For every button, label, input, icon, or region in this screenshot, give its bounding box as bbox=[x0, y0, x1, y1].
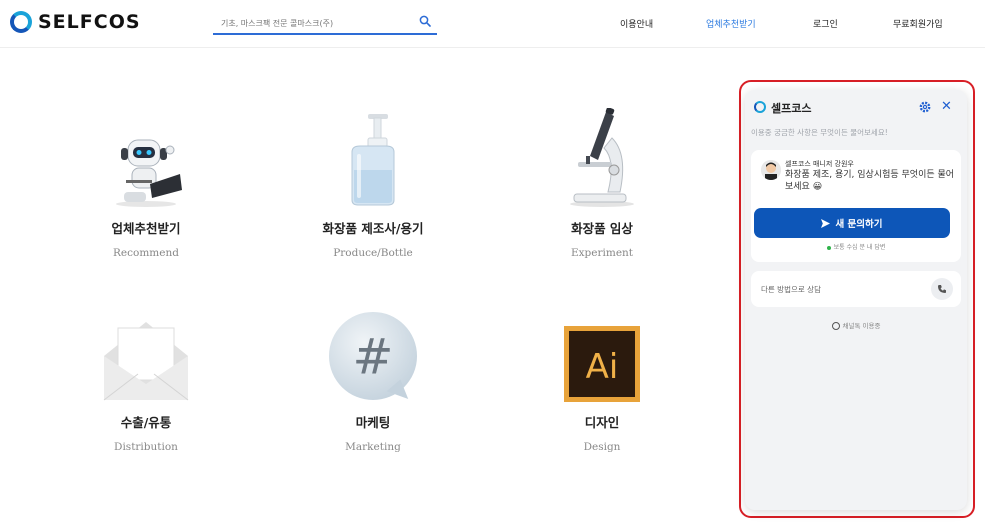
site-header: SELFCOS 이용안내 업체추천받기 로그인 무료회원가입 bbox=[0, 0, 985, 48]
category-produce[interactable]: 화장품 제조사/용기 Produce/Bottle bbox=[293, 108, 453, 259]
category-recommend[interactable]: 업체추천받기 Recommend bbox=[66, 108, 226, 259]
chat-widget: 셀프코스 ✕ 이용중 궁금한 사항은 무엇이든 물어보세요! 셀프코스 매니저 … bbox=[745, 90, 967, 510]
category-marketing[interactable]: # 마케팅 Marketing bbox=[293, 302, 453, 453]
category-distribution[interactable]: 수출/유통 Distribution bbox=[66, 302, 226, 453]
category-title: 수출/유통 bbox=[120, 415, 172, 430]
search-bar bbox=[213, 11, 437, 35]
gear-icon[interactable] bbox=[919, 101, 931, 113]
online-dot-icon bbox=[826, 245, 831, 250]
reply-time-text: 보통 수십 분 내 답변 bbox=[833, 244, 886, 251]
illustrator-ai-logo: Ai bbox=[557, 302, 647, 402]
category-subtitle: Marketing bbox=[345, 441, 401, 453]
manager-message-card: 셀프코스 매니저 강원우 화장품 제조, 용기, 임상시험등 무엇이든 물어보세… bbox=[751, 150, 961, 262]
powered-by-label: 채널톡 이용중 bbox=[842, 322, 881, 330]
avatar bbox=[761, 160, 781, 180]
powered-by[interactable]: 채널톡 이용중 bbox=[745, 320, 967, 330]
new-inquiry-label: 새 문의하기 bbox=[835, 219, 883, 230]
category-title: 화장품 임상 bbox=[571, 221, 633, 236]
send-icon bbox=[821, 218, 831, 228]
manager-message: 화장품 제조, 용기, 임상시험등 무엇이든 물어보세요 😀 bbox=[785, 170, 955, 192]
nav-signup[interactable]: 무료회원가입 bbox=[893, 17, 943, 30]
nav-login[interactable]: 로그인 bbox=[813, 17, 838, 30]
category-subtitle: Distribution bbox=[114, 441, 178, 453]
manager-name: 셀프코스 매니저 강원우 bbox=[785, 160, 854, 168]
pump-bottle-image bbox=[328, 108, 418, 208]
svg-text:#: # bbox=[353, 329, 394, 386]
svg-text:Ai: Ai bbox=[586, 347, 619, 387]
category-title: 디자인 bbox=[584, 415, 620, 430]
category-experiment[interactable]: 화장품 임상 Experiment bbox=[522, 108, 682, 259]
search-input[interactable] bbox=[213, 12, 403, 35]
robot-laptop-image bbox=[101, 108, 191, 208]
close-icon[interactable]: ✕ bbox=[941, 99, 952, 114]
chat-title: 셀프코스 bbox=[771, 102, 812, 115]
category-subtitle: Experiment bbox=[570, 247, 634, 259]
category-title: 업체추천받기 bbox=[111, 221, 181, 236]
nav-recommend[interactable]: 업체추천받기 bbox=[706, 17, 756, 30]
search-icon[interactable] bbox=[419, 15, 431, 27]
channeltalk-logo-icon bbox=[831, 322, 840, 330]
nav-guide[interactable]: 이용안내 bbox=[620, 17, 653, 30]
category-title: 마케팅 bbox=[355, 415, 391, 430]
category-title: 화장품 제조사/용기 bbox=[322, 221, 424, 236]
chat-subtitle: 이용중 궁금한 사항은 무엇이든 물어보세요! bbox=[751, 128, 888, 137]
other-methods-card[interactable]: 다른 방법으로 상담 bbox=[751, 271, 961, 307]
category-subtitle: Produce/Bottle bbox=[333, 247, 413, 259]
new-inquiry-button[interactable]: 새 문의하기 bbox=[754, 208, 950, 238]
logo[interactable]: SELFCOS bbox=[10, 11, 141, 33]
phone-icon[interactable] bbox=[931, 278, 953, 300]
category-design[interactable]: Ai 디자인 Design bbox=[522, 302, 682, 453]
chat-header: 셀프코스 ✕ 이용중 궁금한 사항은 무엇이든 물어보세요! bbox=[745, 90, 967, 137]
envelope-image bbox=[101, 302, 191, 402]
logo-ring-icon bbox=[10, 11, 32, 33]
hashtag-bubble-image: # bbox=[328, 302, 418, 402]
category-subtitle: Recommend bbox=[113, 247, 179, 259]
microscope-image bbox=[557, 108, 647, 208]
category-subtitle: Design bbox=[583, 441, 621, 453]
other-methods-label: 다른 방법으로 상담 bbox=[761, 285, 821, 294]
logo-text: SELFCOS bbox=[38, 11, 141, 33]
chat-logo-icon bbox=[754, 101, 766, 113]
reply-time-info: 보통 수십 분 내 답변 bbox=[751, 242, 961, 251]
